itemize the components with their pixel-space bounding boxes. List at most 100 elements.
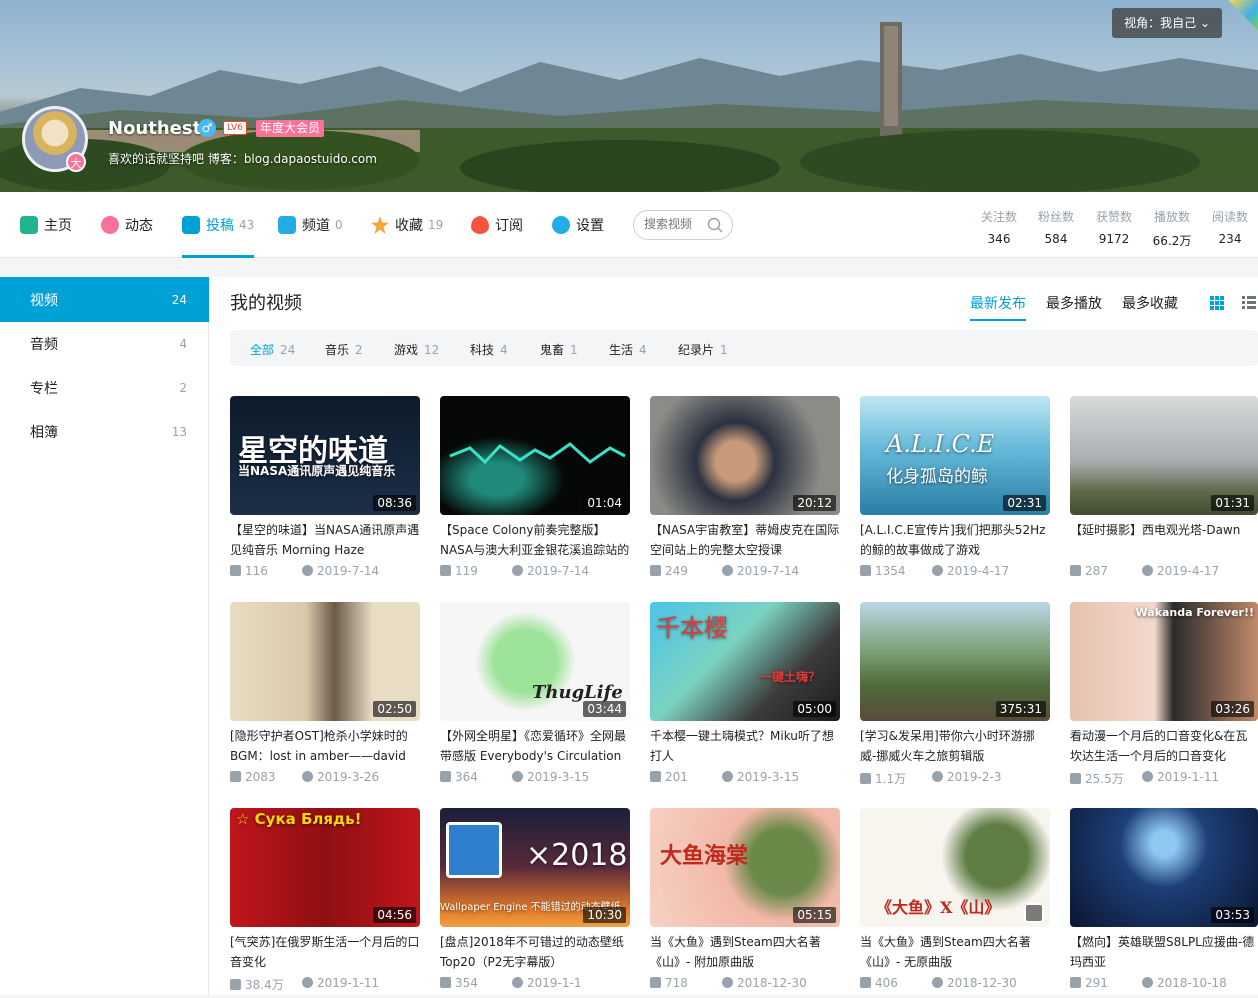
video-card[interactable]: ThugLife 03:44 【外网全明星】《恋爱循环》全网最带感版 Every… [440, 602, 630, 792]
view-perspective-select[interactable]: 视角：我自己 ⌄ [1112, 8, 1222, 38]
video-search[interactable] [633, 210, 733, 240]
video-thumbnail[interactable]: 千本樱 一键土嗨？ 05:00 [650, 602, 840, 721]
video-card[interactable]: 375:31 [学习&发呆用]带你六小时环游挪威-挪威火车之旅剪辑版 1.1万 … [860, 602, 1050, 792]
search-input[interactable] [644, 217, 708, 231]
thumbnail-subcaption: 当NASA通讯原声遇见纯音乐 [238, 464, 396, 478]
tab-settings[interactable]: 设置 [552, 192, 604, 258]
video-thumbnail[interactable]: 01:04 [440, 396, 630, 515]
view-perspective-label: 视角：我自己 [1124, 16, 1197, 30]
video-thumbnail[interactable]: ×2018 Wallpaper Engine 不能错过的动态壁纸 10:30 [440, 808, 630, 927]
sort-latest[interactable]: 最新发布 [970, 293, 1026, 321]
watch-later-icon[interactable] [1024, 903, 1044, 923]
video-title[interactable]: [隐形守护者OST]枪杀小学妹时的BGM：lost in amber——davi… [230, 726, 420, 766]
search-icon[interactable] [707, 217, 723, 233]
tab-dynamic[interactable]: 动态 [101, 192, 153, 258]
filter-count: 4 [500, 343, 508, 357]
star-icon [371, 216, 389, 234]
play-icon [230, 565, 241, 576]
video-card[interactable]: 20:12 【NASA宇宙教室】蒂姆皮克在国际空间站上的完整太空授课 249 2… [650, 396, 840, 586]
video-title[interactable]: 【NASA宇宙教室】蒂姆皮克在国际空间站上的完整太空授课 [650, 520, 840, 560]
video-card[interactable]: 02:50 [隐形守护者OST]枪杀小学妹时的BGM：lost in amber… [230, 602, 420, 792]
user-signature[interactable]: 喜欢的话就坚持吧 博客：blog.dapaostuido.com [108, 150, 377, 167]
tab-subscriptions[interactable]: 订阅 [471, 192, 523, 258]
video-title[interactable]: [A.L.I.C.E宣传片]我们把那头52Hz的鲸的故事做成了游戏 [860, 520, 1050, 560]
video-thumbnail[interactable]: ThugLife 03:44 [440, 602, 630, 721]
play-count-value: 119 [455, 564, 478, 578]
level-badge[interactable]: LV6 [223, 121, 247, 135]
play-count: 287 [1070, 564, 1108, 578]
video-card[interactable]: ☆ Сука Блядь! 04:56 [气突苏]在俄罗斯生活一个月后的口音变化… [230, 808, 420, 998]
filter-games[interactable]: 游戏 12 [394, 341, 439, 358]
tab-channel[interactable]: 频道 0 [278, 192, 343, 258]
sort-most-favorited[interactable]: 最多收藏 [1122, 293, 1178, 313]
list-view-icon[interactable] [1242, 296, 1256, 310]
stat-following[interactable]: 关注数 346 [971, 208, 1027, 246]
gear-icon [552, 216, 570, 234]
video-title[interactable]: 【Space Colony前奏完整版】NASA与澳大利亚金银花溪追踪站的 [440, 520, 630, 560]
video-card[interactable]: A.L.I.C.E 化身孤岛的鲸 02:31 [A.L.I.C.E宣传片]我们把… [860, 396, 1050, 586]
stat-followers[interactable]: 粉丝数 584 [1028, 208, 1084, 246]
play-count: 38.4万 [230, 976, 284, 993]
filter-count: 1 [570, 343, 578, 357]
video-thumbnail[interactable]: 03:53 [1070, 808, 1258, 927]
video-title[interactable]: [气突苏]在俄罗斯生活一个月后的口音变化 [230, 932, 420, 972]
video-thumbnail[interactable]: 01:31 [1070, 396, 1258, 515]
video-thumbnail[interactable]: 02:50 [230, 602, 420, 721]
play-icon [650, 977, 661, 988]
play-icon [440, 771, 451, 782]
video-title[interactable]: 【燃向】英雄联盟S8LPL应援曲-德玛西亚 [1070, 932, 1258, 972]
grid-view-icon[interactable] [1210, 296, 1224, 310]
stat-likes-value: 9172 [1098, 232, 1130, 246]
filter-kichiku[interactable]: 鬼畜 1 [540, 341, 578, 358]
video-title[interactable]: 【外网全明星】《恋爱循环》全网最带感版 Everybody's Circulat… [440, 726, 630, 766]
video-thumbnail[interactable]: 星空的味道 当NASA通讯原声遇见纯音乐 08:36 [230, 396, 420, 515]
video-title[interactable]: 看动漫一个月后的口音变化&在瓦坎达生活一个月后的口音变化 [1070, 726, 1258, 766]
filter-tech[interactable]: 科技 4 [470, 341, 508, 358]
video-thumbnail[interactable]: ☆ Сука Блядь! 04:56 [230, 808, 420, 927]
video-card[interactable]: 《大鱼》X《山》 当《大鱼》遇到Steam四大名著《山》- 无原曲版 406 2… [860, 808, 1050, 998]
heart-icon [471, 216, 489, 234]
upload-date-value: 2019-3-15 [527, 770, 590, 784]
upload-date-value: 2019-3-26 [317, 770, 380, 784]
video-card[interactable]: Wakanda Forever!! 03:26 看动漫一个月后的口音变化&在瓦坎… [1070, 602, 1258, 792]
sidebar-item-videos[interactable]: 视频 24 [0, 277, 209, 322]
vip-badge[interactable]: 年度大会员 [256, 120, 325, 137]
video-card[interactable]: ×2018 Wallpaper Engine 不能错过的动态壁纸 10:30 [… [440, 808, 630, 998]
video-card[interactable]: 01:04 【Space Colony前奏完整版】NASA与澳大利亚金银花溪追踪… [440, 396, 630, 586]
video-card[interactable]: 大鱼海棠 05:15 当《大鱼》遇到Steam四大名著《山》- 附加原曲版 71… [650, 808, 840, 998]
video-thumbnail[interactable]: 375:31 [860, 602, 1050, 721]
video-card[interactable]: 01:31 【延时摄影】西电观光塔-Dawn 287 2019-4-17 [1070, 396, 1258, 586]
tab-favorites[interactable]: 收藏 19 [371, 192, 443, 258]
video-card[interactable]: 星空的味道 当NASA通讯原声遇见纯音乐 08:36 【星空的味道】当NASA通… [230, 396, 420, 586]
thumbnail-caption: 《大鱼》X《山》 [876, 898, 1001, 917]
upload-date-value: 2019-1-1 [527, 976, 582, 990]
filter-life[interactable]: 生活 4 [609, 341, 647, 358]
filter-label: 纪录片 [678, 343, 715, 357]
video-card[interactable]: 千本樱 一键土嗨？ 05:00 千本樱一键土嗨模式？Miku听了想打人 201 … [650, 602, 840, 792]
video-title[interactable]: 千本樱一键土嗨模式？Miku听了想打人 [650, 726, 840, 766]
video-title[interactable]: 当《大鱼》遇到Steam四大名著《山》- 附加原曲版 [650, 932, 840, 972]
video-title[interactable]: [盘点]2018年不可错过的动态壁纸Top20（P2无字幕版） [440, 932, 630, 972]
video-title[interactable]: 【延时摄影】西电观光塔-Dawn [1070, 520, 1258, 560]
upload-date-value: 2019-1-11 [1157, 770, 1220, 784]
filter-all[interactable]: 全部 24 [250, 341, 295, 358]
video-title[interactable]: 当《大鱼》遇到Steam四大名著《山》- 无原曲版 [860, 932, 1050, 972]
video-title[interactable]: [学习&发呆用]带你六小时环游挪威-挪威火车之旅剪辑版 [860, 726, 1050, 766]
play-count: 1.1万 [860, 770, 906, 787]
tab-uploads[interactable]: 投稿 43 [182, 192, 255, 258]
video-title[interactable]: 【星空的味道】当NASA通讯原声遇见纯音乐 Morning Haze [230, 520, 420, 560]
sidebar-item-articles[interactable]: 专栏 2 [0, 365, 209, 410]
video-thumbnail[interactable]: 20:12 [650, 396, 840, 515]
video-thumbnail[interactable]: Wakanda Forever!! 03:26 [1070, 602, 1258, 721]
sort-most-played[interactable]: 最多播放 [1046, 293, 1102, 313]
video-thumbnail[interactable]: A.L.I.C.E 化身孤岛的鲸 02:31 [860, 396, 1050, 515]
tab-home[interactable]: 主页 [20, 192, 72, 258]
sidebar-item-albums[interactable]: 相簿 13 [0, 409, 209, 454]
video-card[interactable]: 03:53 【燃向】英雄联盟S8LPL应援曲-德玛西亚 291 2018-10-… [1070, 808, 1258, 998]
upload-date-value: 2019-3-15 [737, 770, 800, 784]
sidebar-item-audio[interactable]: 音频 4 [0, 321, 209, 366]
video-thumbnail[interactable]: 大鱼海棠 05:15 [650, 808, 840, 927]
filter-music[interactable]: 音乐 2 [325, 341, 363, 358]
filter-documentary[interactable]: 纪录片 1 [678, 341, 728, 358]
video-thumbnail[interactable]: 《大鱼》X《山》 [860, 808, 1050, 927]
